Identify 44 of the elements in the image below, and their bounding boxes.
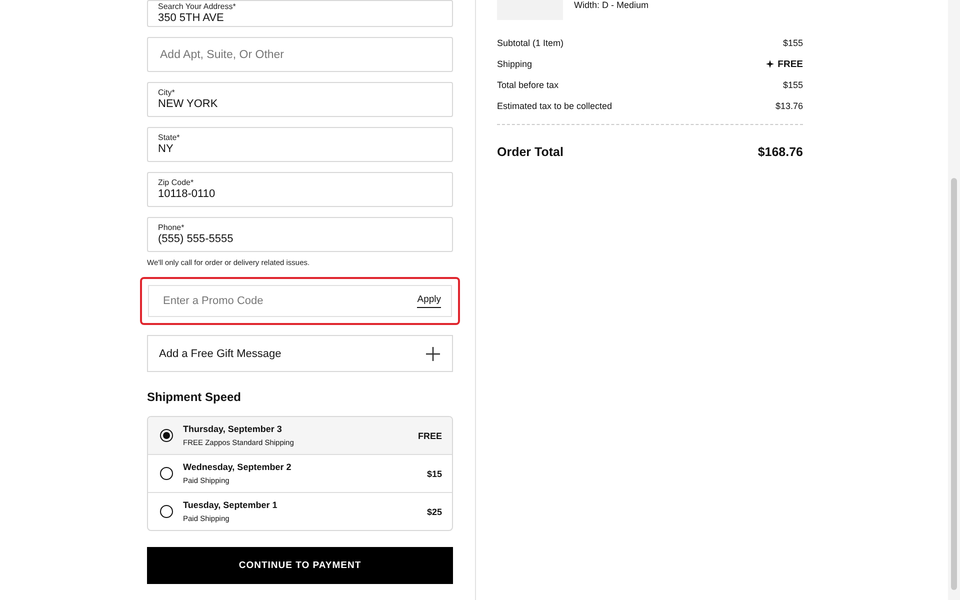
text-field[interactable]: Add Apt, Suite, Or Other (147, 37, 453, 72)
product-width: Width: D - Medium (574, 0, 649, 10)
delivery-date: Wednesday, September 2 (183, 462, 292, 472)
promo-code-field[interactable]: Enter a Promo Code Apply (148, 285, 452, 317)
field-label: State* (158, 133, 181, 142)
shipping-price: $25 (426, 506, 442, 516)
gift-message-toggle[interactable]: Add a Free Gift Message (147, 335, 453, 372)
shipping-price: FREE (418, 430, 442, 440)
summary-label: Shipping (497, 59, 532, 69)
sparkle-icon (766, 60, 774, 68)
plus-icon (426, 346, 440, 360)
text-field[interactable]: City* NEW YORK (147, 82, 453, 117)
delivery-date: Tuesday, September 1 (183, 500, 278, 510)
radio-button[interactable] (160, 467, 173, 480)
field-label: City* (158, 88, 176, 97)
summary-label: Subtotal (1 Item) (497, 38, 564, 48)
summary-value: $155 (782, 38, 803, 48)
field-label: Search Your Address* (158, 2, 237, 11)
text-field[interactable]: Zip Code* 10118-0110 (147, 172, 453, 207)
field-value: NEW YORK (158, 97, 219, 111)
field-value: 350 5TH AVE (158, 11, 225, 25)
scrollbar[interactable] (948, 0, 960, 600)
radio-button[interactable] (160, 505, 173, 518)
section-heading: Shipment Speed (147, 390, 242, 404)
summary-value: $13.76 (775, 101, 803, 111)
summary-label: Estimated tax to be collected (497, 101, 612, 111)
radio-button[interactable] (160, 429, 173, 442)
summary-value: FREE (778, 58, 803, 70)
shipping-price: $15 (426, 468, 442, 478)
summary-label: Total before tax (497, 80, 559, 90)
text-field[interactable]: State* NY (147, 127, 453, 162)
delivery-date: Thursday, September 3 (183, 424, 283, 434)
field-label: Phone* (158, 223, 186, 232)
field-value: (555) 555-5555 (158, 232, 234, 246)
text-field[interactable]: Phone* (555) 555-5555 (147, 217, 453, 252)
continue-button[interactable]: CONTINUE TO PAYMENT (147, 547, 453, 584)
field-value: NY (158, 142, 174, 156)
order-total-value: $168.76 (758, 145, 803, 159)
summary-value: $155 (782, 80, 803, 90)
field-value: 10118-0110 (158, 187, 216, 201)
apply-button[interactable]: Apply (417, 294, 441, 308)
field-label: Zip Code* (158, 178, 195, 187)
order-total-label: Order Total (497, 145, 564, 159)
text-field[interactable]: Search Your Address* 350 5TH AVE (147, 0, 453, 27)
